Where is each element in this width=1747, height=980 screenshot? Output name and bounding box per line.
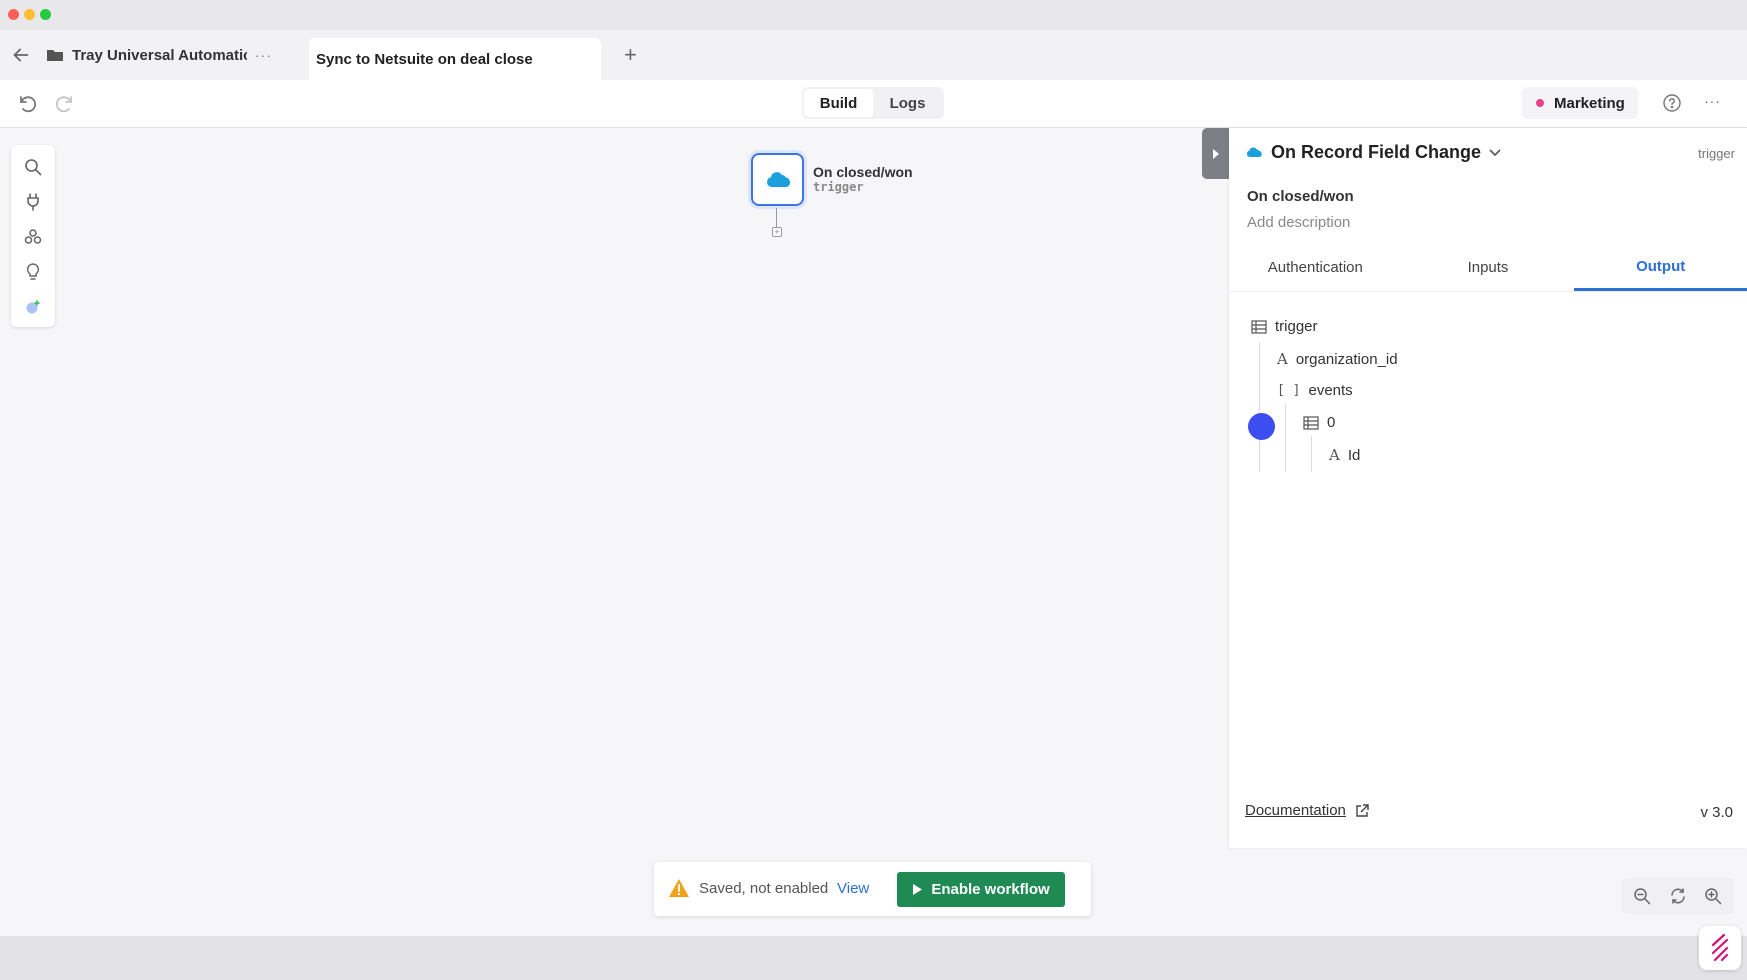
back-arrow-icon[interactable] bbox=[10, 44, 32, 66]
tab-build[interactable]: Build bbox=[804, 89, 873, 117]
reset-view-icon[interactable] bbox=[1669, 887, 1687, 905]
ai-merlin-icon[interactable] bbox=[23, 297, 43, 317]
search-icon[interactable] bbox=[23, 157, 43, 177]
toolbar: Build Logs Marketing ··· bbox=[0, 80, 1747, 128]
mouse-cursor-indicator bbox=[1248, 413, 1275, 440]
step-name[interactable]: On closed/won bbox=[1247, 188, 1354, 205]
tree-guide-line bbox=[1259, 342, 1260, 472]
connector-version: v 3.0 bbox=[1700, 804, 1733, 821]
maximize-window-button[interactable] bbox=[40, 9, 51, 20]
node-connector-line bbox=[776, 208, 777, 228]
play-icon bbox=[913, 884, 923, 895]
tab-project-label: Tray Universal Automatic bbox=[72, 46, 247, 64]
object-table-icon bbox=[1251, 319, 1267, 334]
array-type-icon: [ ] bbox=[1277, 383, 1301, 398]
connector-plug-icon[interactable] bbox=[23, 192, 43, 212]
operation-selector[interactable]: On Record Field Change bbox=[1245, 142, 1501, 163]
tree-label: trigger bbox=[1275, 318, 1318, 335]
undo-icon[interactable] bbox=[16, 92, 40, 116]
tool-palette bbox=[11, 145, 55, 327]
trigger-node[interactable] bbox=[751, 153, 804, 206]
chevron-down-icon bbox=[1489, 148, 1501, 156]
documentation-label: Documentation bbox=[1245, 802, 1346, 819]
tab-bar: Tray Universal Automatic ··· Sync to Net… bbox=[0, 30, 1747, 80]
workflow-status-bar: Saved, not enabled View Enable workflow bbox=[654, 862, 1091, 916]
tree-node-trigger[interactable]: trigger bbox=[1251, 318, 1318, 335]
zoom-controls bbox=[1622, 878, 1734, 914]
tree-guide-line bbox=[1311, 436, 1312, 472]
environment-label: Marketing bbox=[1554, 94, 1625, 112]
tree-node-events[interactable]: [ ] events bbox=[1277, 382, 1353, 399]
tray-logo-icon[interactable] bbox=[1699, 926, 1741, 970]
tab-output[interactable]: Output bbox=[1574, 244, 1747, 291]
documentation-link[interactable]: Documentation bbox=[1245, 802, 1370, 819]
enable-workflow-label: Enable workflow bbox=[931, 881, 1050, 898]
collapse-panel-handle[interactable] bbox=[1202, 128, 1229, 179]
window-titlebar bbox=[0, 0, 1747, 30]
salesforce-cloud-icon bbox=[766, 171, 790, 187]
status-text: Saved, not enabled bbox=[699, 880, 829, 897]
external-link-icon bbox=[1356, 803, 1369, 817]
properties-panel: On Record Field Change trigger On closed… bbox=[1229, 128, 1747, 848]
node-title: On closed/won bbox=[813, 164, 913, 180]
more-menu-icon[interactable]: ··· bbox=[1704, 93, 1728, 113]
tree-label: Id bbox=[1347, 446, 1361, 464]
redo-icon[interactable] bbox=[52, 92, 76, 116]
caret-right-icon bbox=[1212, 148, 1219, 159]
help-icon[interactable] bbox=[1662, 93, 1682, 113]
tab-workflow-label: Sync to Netsuite on deal close bbox=[316, 50, 533, 68]
tab-logs[interactable]: Logs bbox=[873, 89, 942, 117]
close-window-button[interactable] bbox=[8, 9, 19, 20]
warning-icon bbox=[669, 879, 689, 897]
tab-project-more-icon[interactable]: ··· bbox=[255, 47, 272, 63]
tree-node-index-0[interactable]: 0 bbox=[1303, 414, 1335, 431]
folder-icon bbox=[47, 50, 63, 61]
object-table-icon bbox=[1303, 415, 1319, 430]
tree-node-id[interactable]: A Id bbox=[1329, 446, 1360, 464]
lightbulb-icon[interactable] bbox=[23, 262, 43, 282]
salesforce-cloud-icon bbox=[1246, 147, 1262, 157]
zoom-in-icon[interactable] bbox=[1704, 887, 1722, 905]
string-type-icon: A bbox=[1329, 446, 1340, 464]
add-description-field[interactable]: Add description bbox=[1247, 214, 1350, 231]
panel-tabs: Authentication Inputs Output bbox=[1229, 244, 1747, 292]
helpers-icon[interactable] bbox=[23, 227, 43, 247]
tab-project[interactable]: Tray Universal Automatic ··· bbox=[46, 30, 286, 80]
bottom-strip bbox=[0, 936, 1747, 980]
add-step-button[interactable]: + bbox=[772, 227, 782, 237]
tree-guide-line bbox=[1285, 404, 1286, 472]
tab-workflow[interactable]: Sync to Netsuite on deal close bbox=[309, 38, 601, 80]
zoom-out-icon[interactable] bbox=[1633, 887, 1651, 905]
tree-label: events bbox=[1308, 382, 1353, 399]
tree-label: 0 bbox=[1327, 414, 1336, 431]
environment-selector[interactable]: Marketing bbox=[1522, 87, 1638, 119]
enable-workflow-button[interactable]: Enable workflow bbox=[897, 872, 1065, 907]
view-link[interactable]: View bbox=[837, 880, 869, 897]
tree-node-organization-id[interactable]: A organization_id bbox=[1277, 350, 1398, 368]
node-subtitle: trigger bbox=[813, 180, 864, 194]
string-type-icon: A bbox=[1277, 350, 1288, 368]
add-tab-button[interactable]: + bbox=[624, 42, 637, 68]
panel-type-label: trigger bbox=[1698, 146, 1735, 161]
environment-status-dot bbox=[1536, 99, 1544, 107]
tree-label: organization_id bbox=[1295, 350, 1398, 368]
operation-title: On Record Field Change bbox=[1271, 142, 1482, 162]
tab-authentication[interactable]: Authentication bbox=[1229, 244, 1402, 291]
minimize-window-button[interactable] bbox=[24, 9, 35, 20]
mode-switch: Build Logs bbox=[802, 87, 944, 119]
tab-inputs[interactable]: Inputs bbox=[1402, 244, 1575, 291]
